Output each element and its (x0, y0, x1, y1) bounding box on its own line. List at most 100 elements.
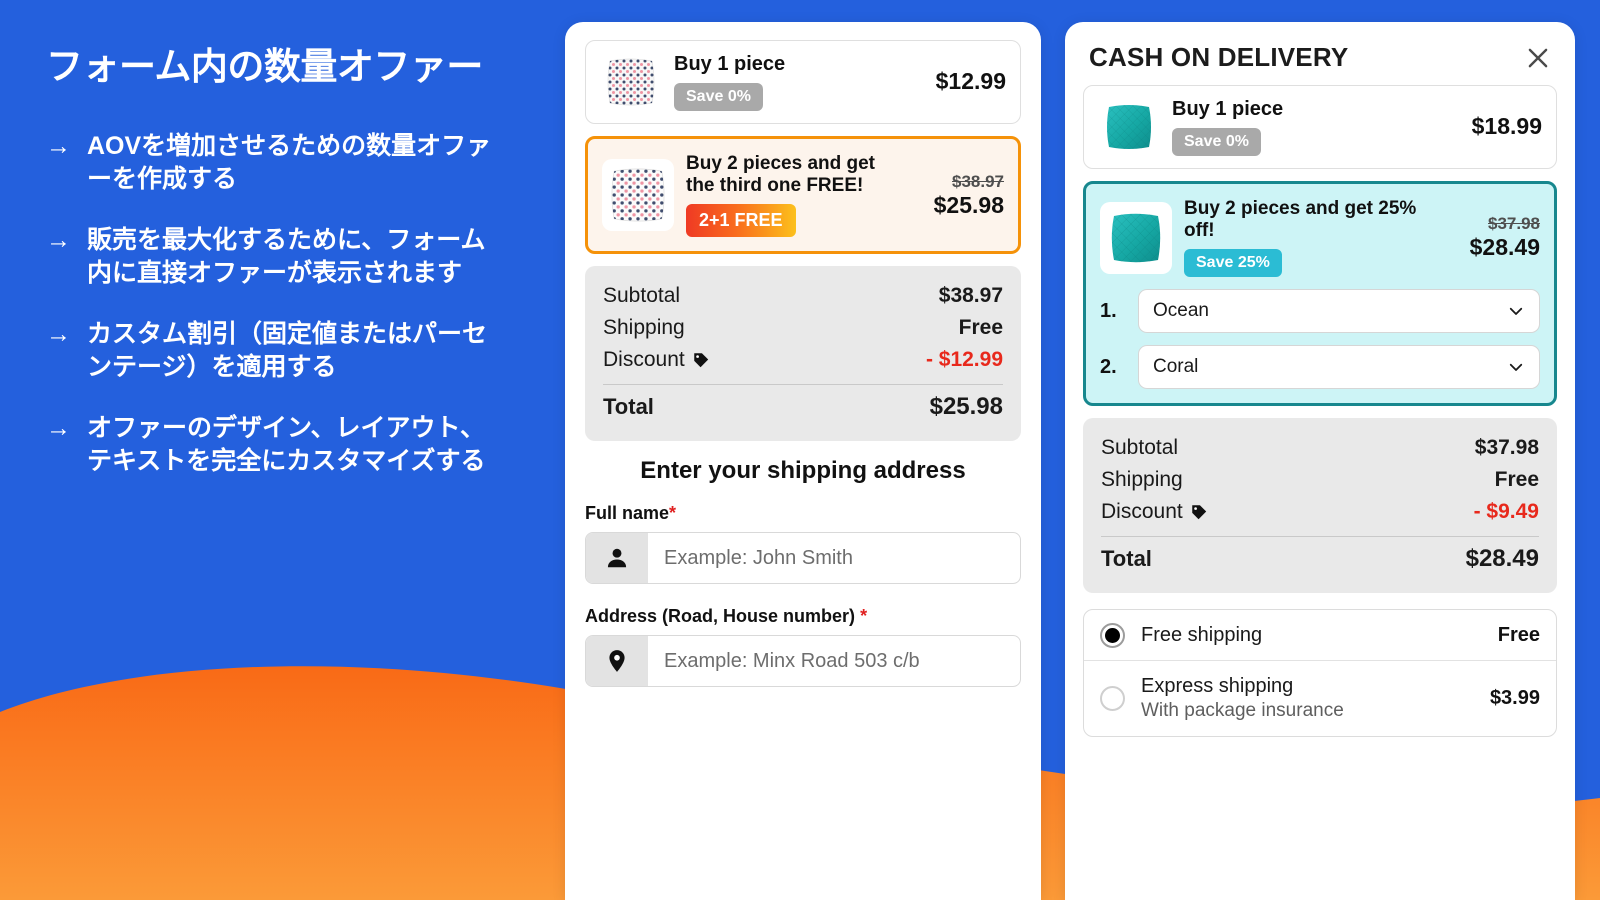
address-input-group[interactable] (585, 635, 1021, 688)
summary-label: Total (1101, 546, 1152, 572)
offer-price: $37.98 $28.49 (1444, 213, 1540, 262)
bullet-text: オファーのデザイン、レイアウト、テキストを完全にカスタマイズする (87, 414, 486, 476)
bullet-item: → カスタム割引（固定値またはパーセンテージ）を適用する (46, 318, 514, 384)
offer-price: $12.99 (910, 68, 1006, 96)
summary-row-subtotal: Subtotal $38.97 (603, 280, 1003, 312)
arrow-icon: → (46, 132, 71, 161)
dotted-pillow-icon (607, 58, 655, 106)
radio-button-selected[interactable] (1100, 622, 1125, 648)
summary-label: Discount (1101, 500, 1183, 524)
summary-value: $28.49 (1465, 545, 1539, 573)
variant-select-value: Coral (1153, 356, 1199, 378)
address-label-text: Address (Road, House number) (585, 606, 856, 627)
fullname-input-group[interactable] (585, 532, 1021, 585)
arrow-icon: → (46, 414, 71, 443)
offer-card[interactable]: Buy 1 piece Save 0% $18.99 (1083, 85, 1557, 169)
offer-card[interactable]: Buy 1 piece Save 0% $12.99 (585, 40, 1021, 124)
summary-label: Discount (603, 348, 685, 372)
page-title: フォーム内の数量オファー (46, 46, 483, 87)
close-icon[interactable] (1523, 43, 1553, 73)
shipping-option-text: Express shipping With package insurance (1141, 673, 1474, 724)
summary-label: Subtotal (1101, 436, 1179, 460)
teal-pillow-icon (1107, 105, 1151, 149)
form-heading: Enter your shipping address (640, 457, 966, 485)
location-pin-icon (586, 636, 648, 687)
offer-badge: Save 0% (674, 83, 763, 112)
panel-title: CASH ON DELIVERY (1089, 42, 1349, 72)
summary-value: - $12.99 (925, 348, 1003, 372)
summary-row-discount: Discount - $12.99 (603, 344, 1003, 376)
bullet-text: AOVを増加させるための数量オファーを作成する (87, 132, 492, 194)
offer-info: Buy 1 piece Save 0% (674, 52, 910, 112)
dotted-pillow-icon (611, 168, 665, 222)
offer-title: Buy 1 piece (674, 52, 786, 75)
offer-badge: Save 25% (1184, 249, 1282, 278)
offer-info: Buy 1 piece Save 0% (1172, 97, 1446, 157)
checkout-form-panel: Buy 1 piece Save 0% $12.99 Buy 2 pieces … (565, 22, 1041, 900)
offer-price: $18.99 (1446, 113, 1542, 141)
summary-value: Free (1494, 468, 1539, 492)
offer-price-original: $37.98 (1488, 214, 1540, 234)
shipping-option-express[interactable]: Express shipping With package insurance … (1084, 661, 1556, 736)
marketing-column: フォーム内の数量オファー → AOVを増加させるための数量オファーを作成する →… (0, 0, 560, 900)
product-thumbnail (600, 51, 662, 113)
panel-header: CASH ON DELIVERY (1083, 38, 1557, 85)
offer-price: $38.97 $25.98 (908, 171, 1004, 220)
chevron-down-icon (1509, 307, 1523, 315)
summary-value: - $9.49 (1473, 500, 1539, 524)
offer-price-current: $18.99 (1471, 113, 1542, 140)
arrow-icon: → (46, 320, 71, 349)
offer-card-selected[interactable]: Buy 2 pieces and get 25% off! Save 25% $… (1083, 181, 1557, 407)
page-root: フォーム内の数量オファー → AOVを増加させるための数量オファーを作成する →… (0, 0, 1600, 900)
fullname-input[interactable] (648, 533, 1020, 584)
shipping-option-subtext: With package insurance (1141, 700, 1344, 722)
offer-title: Buy 2 pieces and get 25% off! (1184, 198, 1417, 242)
summary-row-discount: Discount - $9.49 (1101, 496, 1539, 528)
bullet-item: → オファーのデザイン、レイアウト、テキストを完全にカスタマイズする (46, 412, 514, 478)
summary-row-total: Total $25.98 (603, 389, 1003, 425)
variant-index: 2. (1100, 355, 1117, 378)
offer-price-current: $28.49 (1469, 234, 1540, 261)
shipping-option-price: $3.99 (1489, 686, 1540, 709)
product-thumbnail (1098, 96, 1160, 158)
fullname-label: Full name* (585, 503, 1021, 524)
summary-value: Free (958, 316, 1003, 340)
summary-value: $25.98 (929, 393, 1003, 421)
offer-badge: 2+1 FREE (686, 204, 796, 238)
summary-value: $37.98 (1474, 436, 1539, 460)
summary-divider (603, 384, 1003, 386)
variant-select-2[interactable]: Coral (1138, 345, 1540, 390)
variant-select-1[interactable]: Ocean (1138, 289, 1540, 334)
summary-label: Subtotal (603, 284, 681, 308)
offer-title: Buy 1 piece (1172, 97, 1284, 120)
arrow-icon: → (46, 226, 71, 255)
fullname-label-text: Full name (585, 503, 670, 524)
offer-card-selected[interactable]: Buy 2 pieces and get the third one FREE!… (585, 136, 1021, 255)
address-input[interactable] (648, 636, 1020, 687)
offer-title: Buy 2 pieces and get the third one FREE! (686, 153, 876, 197)
variant-selector-row: 1. Ocean (1100, 289, 1540, 334)
offer-price-original: $38.97 (952, 171, 1004, 191)
summary-label: Shipping (1101, 468, 1183, 492)
address-label: Address (Road, House number) * (585, 606, 1021, 627)
summary-label-wrap: Discount (603, 348, 710, 372)
required-marker: * (860, 606, 868, 627)
bullet-text: 販売を最大化するために、フォーム内に直接オファーが表示されます (87, 226, 486, 288)
chevron-down-icon (1509, 363, 1523, 371)
summary-value: $38.97 (938, 284, 1003, 308)
summary-label: Shipping (603, 316, 685, 340)
required-marker: * (669, 503, 677, 524)
variant-selector-row: 2. Coral (1100, 345, 1540, 390)
tag-icon (1191, 505, 1206, 520)
shipping-option-free[interactable]: Free shipping Free (1084, 610, 1556, 662)
summary-label-wrap: Discount (1101, 500, 1208, 524)
offer-info: Buy 2 pieces and get the third one FREE!… (686, 153, 908, 238)
offer-price-current: $12.99 (935, 68, 1006, 95)
tag-icon (693, 353, 708, 368)
offer-badge: Save 0% (1172, 128, 1261, 157)
bullet-item: → 販売を最大化するために、フォーム内に直接オファーが表示されます (46, 224, 514, 290)
order-summary: Subtotal $38.97 Shipping Free Discount -… (585, 266, 1021, 442)
summary-label: Total (603, 394, 654, 420)
summary-divider (1101, 536, 1539, 538)
radio-button[interactable] (1100, 685, 1125, 711)
